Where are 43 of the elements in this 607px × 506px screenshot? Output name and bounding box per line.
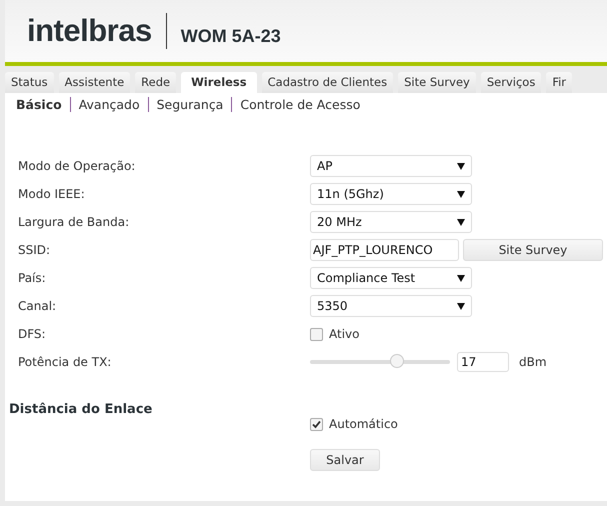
- sub-tab[interactable]: Controle de Acesso: [231, 97, 360, 112]
- input-field[interactable]: 17: [457, 352, 509, 372]
- save-button[interactable]: Salvar: [310, 449, 380, 471]
- field-label: Largura de Banda:: [17, 215, 130, 229]
- tab[interactable]: Rede: [135, 72, 176, 93]
- logo: intelbras: [27, 13, 167, 49]
- tab[interactable]: Assistente: [58, 72, 130, 93]
- field-label: Modo IEEE:: [17, 187, 86, 201]
- caret-icon: [457, 190, 465, 198]
- sub-tab[interactable]: Segurança: [148, 97, 224, 112]
- sub-tab[interactable]: Avançado: [70, 97, 140, 112]
- site-survey-button[interactable]: Site Survey: [463, 239, 603, 261]
- model-name: WOM 5A-23: [180, 26, 281, 46]
- unit-label: dBm: [519, 355, 547, 369]
- field-label: SSID:: [17, 243, 52, 257]
- tab[interactable]: Serviços: [480, 72, 542, 93]
- caret-icon: [457, 302, 465, 310]
- field-label: Canal:: [17, 299, 58, 313]
- caret-icon: [457, 218, 465, 226]
- dropdown[interactable]: 20 MHz: [310, 211, 472, 233]
- section-title: Distância do Enlace: [8, 401, 154, 417]
- input-field[interactable]: AJF_PTP_LOURENCO: [310, 239, 459, 261]
- sub-tab[interactable]: Básico: [16, 97, 62, 112]
- checkbox[interactable]: [310, 328, 323, 340]
- dropdown[interactable]: AP: [310, 155, 472, 177]
- checkbox[interactable]: [310, 418, 323, 430]
- field-label: DFS:: [17, 327, 47, 341]
- field-label: Potência de TX:: [17, 355, 112, 369]
- caret-icon: [457, 274, 465, 282]
- checkbox-label: Ativo: [329, 327, 360, 341]
- tab[interactable]: Status: [5, 72, 54, 93]
- dropdown[interactable]: Compliance Test: [310, 267, 472, 289]
- tab[interactable]: Wireless: [181, 72, 257, 93]
- tab[interactable]: Fir: [546, 72, 572, 93]
- slider-thumb[interactable]: [390, 354, 404, 368]
- checkbox-label: Automático: [329, 417, 398, 431]
- dropdown[interactable]: 11n (5Ghz): [310, 183, 472, 205]
- field-label: Modo de Operação:: [17, 159, 136, 173]
- field-label: País:: [17, 271, 47, 285]
- caret-icon: [457, 162, 465, 170]
- dropdown[interactable]: 5350: [310, 295, 472, 317]
- tab[interactable]: Cadastro de Clientes: [262, 72, 394, 93]
- tab[interactable]: Site Survey: [398, 72, 476, 93]
